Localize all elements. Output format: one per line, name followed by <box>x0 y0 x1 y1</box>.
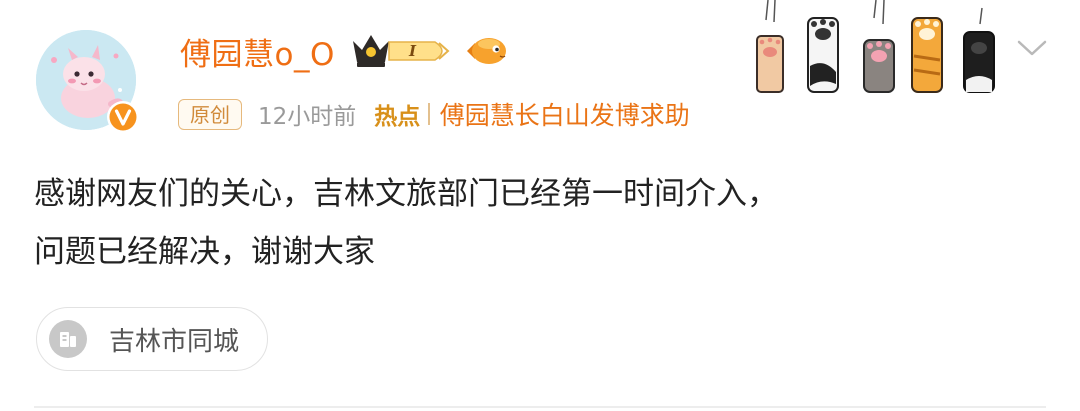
fish-icon[interactable] <box>463 33 509 69</box>
post-content: 感谢网友们的关心，吉林文旅部门已经第一时间介入， 问题已经解决，谢谢大家 <box>34 165 1044 281</box>
post-meta: 原创 12小时前 热点 傅园慧长白山发博求助 <box>178 96 690 132</box>
cat-paws-icon <box>756 0 995 93</box>
location-chip[interactable]: 吉林市同城 <box>36 307 269 371</box>
verified-icon <box>107 101 139 133</box>
original-badge: 原创 <box>178 98 242 130</box>
author-name[interactable]: 傅园慧o_O <box>180 29 335 74</box>
divider <box>34 406 1046 408</box>
content-line-2: 问题已经解决，谢谢大家 <box>34 234 375 270</box>
author-row: 傅园慧o_O I <box>180 28 509 74</box>
location-label: 吉林市同城 <box>109 326 240 357</box>
post-time: 12小时前 <box>258 104 357 130</box>
hot-label: 热点 <box>374 104 421 130</box>
meta-divider <box>428 103 430 125</box>
building-icon <box>49 320 87 358</box>
vip-level: I <box>408 42 417 60</box>
vip-crown-icon[interactable]: I <box>349 31 453 71</box>
chevron-down-icon[interactable] <box>1016 38 1048 58</box>
content-line-1: 感谢网友们的关心，吉林文旅部门已经第一时间介入， <box>34 176 778 212</box>
topic-link[interactable]: 傅园慧长白山发博求助 <box>440 96 690 132</box>
avatar[interactable] <box>36 30 139 133</box>
